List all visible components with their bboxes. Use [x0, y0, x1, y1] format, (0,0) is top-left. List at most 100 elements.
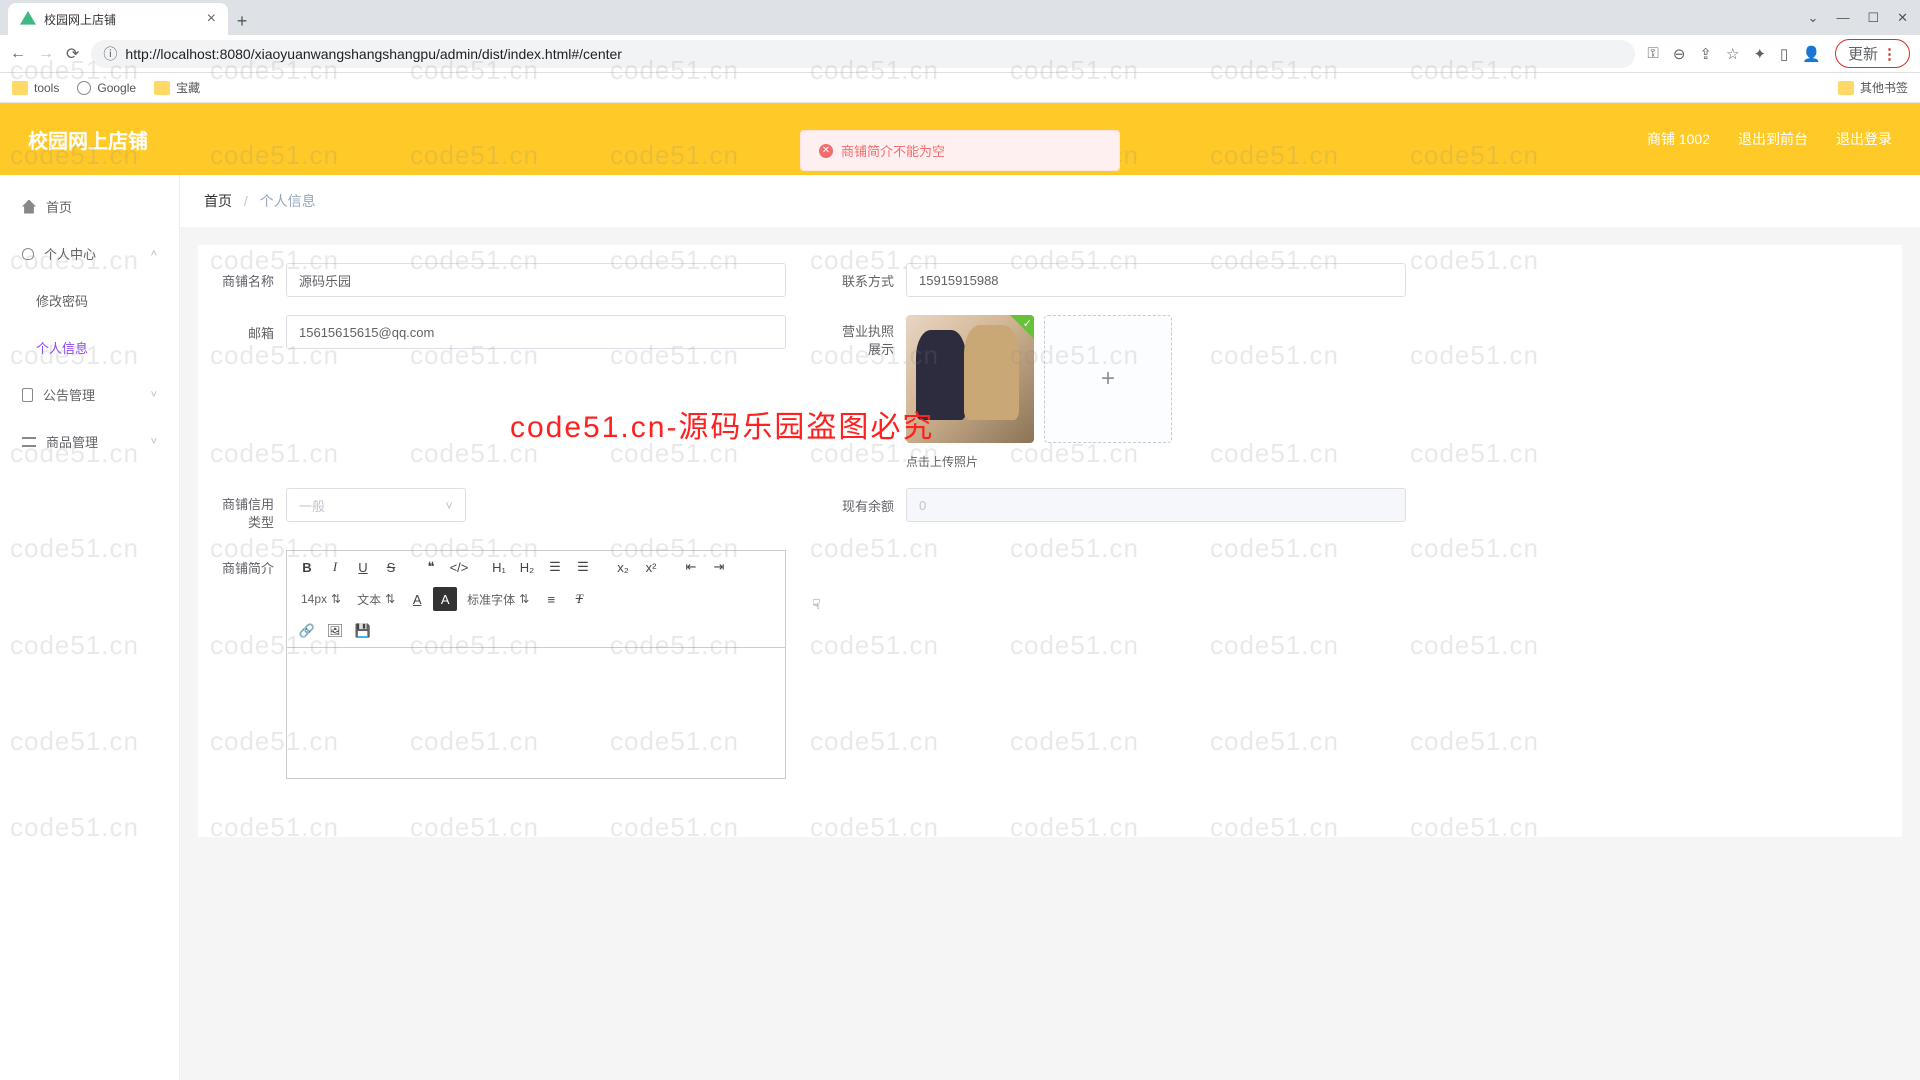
- font-size-select[interactable]: 14px⇅: [295, 592, 347, 606]
- chevron-down-icon: ˅: [151, 436, 157, 448]
- underline-button[interactable]: U: [351, 555, 375, 579]
- stack-icon: [22, 437, 36, 447]
- folder-icon: [154, 81, 170, 95]
- email-label: 邮箱: [218, 315, 286, 342]
- user-icon: [22, 248, 34, 260]
- sidebar-item-home[interactable]: 首页: [0, 183, 179, 230]
- ul-button[interactable]: ☰: [571, 555, 595, 579]
- share-icon[interactable]: ⇪: [1699, 45, 1712, 63]
- folder-icon: [1838, 81, 1854, 95]
- code-button[interactable]: </>: [447, 555, 471, 579]
- back-icon[interactable]: ←: [10, 45, 26, 63]
- bg-color-button[interactable]: A: [433, 587, 457, 611]
- cursor-icon: ☟: [812, 596, 821, 613]
- toolbar-icons: ⚿ ⊖ ⇪ ☆ ✦ ▯ 👤 更新 ⋮: [1647, 39, 1910, 68]
- superscript-button[interactable]: x²: [639, 555, 663, 579]
- logout-link[interactable]: 退出登录: [1836, 129, 1892, 149]
- italic-button[interactable]: I: [323, 555, 347, 579]
- subscript-button[interactable]: x₂: [611, 555, 635, 579]
- app-title: 校园网上店铺: [28, 125, 148, 154]
- sidebar-item-personal-info[interactable]: 个人信息: [0, 324, 179, 371]
- success-corner-icon: [1010, 315, 1034, 339]
- maximize-icon[interactable]: ☐: [1867, 10, 1879, 26]
- new-tab-button[interactable]: +: [228, 7, 256, 35]
- notification-message: 商铺简介不能为空: [841, 141, 945, 160]
- breadcrumb-home[interactable]: 首页: [204, 193, 232, 209]
- balance-label: 现有余额: [838, 488, 906, 515]
- intro-label: 商铺简介: [218, 550, 286, 577]
- bookmark-treasure[interactable]: 宝藏: [154, 79, 200, 96]
- info-icon: ⓘ: [103, 44, 117, 64]
- sidebar-item-announcement[interactable]: 公告管理 ˅: [0, 371, 179, 418]
- chevron-up-icon: ˄: [151, 248, 157, 260]
- browser-tab[interactable]: 校园网上店铺 ×: [8, 3, 228, 35]
- logout-front-link[interactable]: 退出到前台: [1738, 129, 1808, 149]
- align-button[interactable]: ≡: [539, 587, 563, 611]
- close-tab-icon[interactable]: ×: [207, 10, 216, 28]
- strike-button[interactable]: S: [379, 555, 403, 579]
- reload-icon[interactable]: ⟳: [66, 44, 79, 64]
- credit-select[interactable]: 一般 ˅: [286, 488, 466, 522]
- browser-tabs: 校园网上店铺 × + ⌄ — ☐ ✕: [0, 0, 1920, 35]
- bookmark-other[interactable]: 其他书签: [1838, 79, 1908, 96]
- clear-format-button[interactable]: T: [567, 587, 591, 611]
- license-label: 营业执照展示: [838, 315, 906, 359]
- sidebar-item-change-password[interactable]: 修改密码: [0, 277, 179, 324]
- quote-button[interactable]: ❝: [419, 555, 443, 579]
- save-button[interactable]: 💾: [351, 619, 375, 643]
- image-button[interactable]: 🖼: [323, 619, 347, 643]
- rich-text-editor: B I U S ❝ </> H₁ H₂ ☰ ☰: [286, 550, 786, 779]
- key-icon[interactable]: ⚿: [1647, 45, 1658, 62]
- star-icon[interactable]: ☆: [1726, 45, 1739, 63]
- menu-dots-icon: ⋮: [1882, 45, 1897, 63]
- url-field[interactable]: ⓘ http://localhost:8080/xiaoyuanwangshan…: [91, 40, 1635, 68]
- outdent-button[interactable]: ⇤: [679, 555, 703, 579]
- email-input[interactable]: [286, 315, 786, 349]
- zoom-icon[interactable]: ⊖: [1673, 45, 1686, 63]
- breadcrumb-current: 个人信息: [260, 193, 316, 209]
- profile-icon[interactable]: 👤: [1802, 45, 1821, 63]
- minimize-icon[interactable]: —: [1836, 10, 1849, 25]
- address-bar: ← → ⟳ ⓘ http://localhost:8080/xiaoyuanwa…: [0, 35, 1920, 73]
- h2-button[interactable]: H₂: [515, 555, 539, 579]
- bookmark-google[interactable]: Google: [77, 81, 136, 95]
- font-family-select[interactable]: 标准字体⇅: [461, 591, 535, 608]
- sidebar-item-personal[interactable]: 个人中心 ˄: [0, 230, 179, 277]
- editor-toolbar: B I U S ❝ </> H₁ H₂ ☰ ☰: [287, 551, 785, 648]
- credit-label: 商铺信用类型: [218, 488, 286, 532]
- editor-content[interactable]: [287, 648, 785, 778]
- shop-name-input[interactable]: [286, 263, 786, 297]
- bold-button[interactable]: B: [295, 555, 319, 579]
- balance-input: [906, 488, 1406, 522]
- bookmark-tools[interactable]: tools: [12, 81, 59, 95]
- bookmarks-bar: tools Google 宝藏 其他书签: [0, 73, 1920, 103]
- ol-button[interactable]: ☰: [543, 555, 567, 579]
- form: 商铺名称 联系方式 邮箱 营业执照展示: [198, 245, 1902, 837]
- update-button[interactable]: 更新 ⋮: [1835, 39, 1910, 68]
- h1-button[interactable]: H₁: [487, 555, 511, 579]
- tab-title: 校园网上店铺: [44, 11, 199, 28]
- chevron-down-icon[interactable]: ⌄: [1808, 10, 1819, 26]
- contact-input[interactable]: [906, 263, 1406, 297]
- format-select[interactable]: 文本⇅: [351, 591, 401, 608]
- shop-id-label[interactable]: 商铺 1002: [1647, 129, 1710, 149]
- chevron-down-icon: ˅: [445, 498, 453, 513]
- vue-favicon: [20, 11, 36, 27]
- link-button[interactable]: 🔗: [295, 619, 319, 643]
- upload-add-button[interactable]: +: [1044, 315, 1172, 443]
- main-content: 首页 / 个人信息 商铺名称 联系方式 邮箱: [180, 175, 1920, 1080]
- error-icon: ✕: [819, 144, 833, 158]
- sidebar-item-product[interactable]: 商品管理 ˅: [0, 418, 179, 465]
- breadcrumb: 首页 / 个人信息: [180, 175, 1920, 227]
- sidepanel-icon[interactable]: ▯: [1780, 45, 1788, 63]
- extensions-icon[interactable]: ✦: [1753, 45, 1766, 63]
- close-window-icon[interactable]: ✕: [1897, 10, 1908, 26]
- text-color-button[interactable]: A: [405, 587, 429, 611]
- home-icon: [22, 200, 36, 214]
- globe-icon: [77, 81, 91, 95]
- forward-icon[interactable]: →: [38, 45, 54, 63]
- uploaded-image-thumb[interactable]: [906, 315, 1034, 443]
- document-icon: [22, 388, 33, 402]
- indent-button[interactable]: ⇥: [707, 555, 731, 579]
- folder-icon: [12, 81, 28, 95]
